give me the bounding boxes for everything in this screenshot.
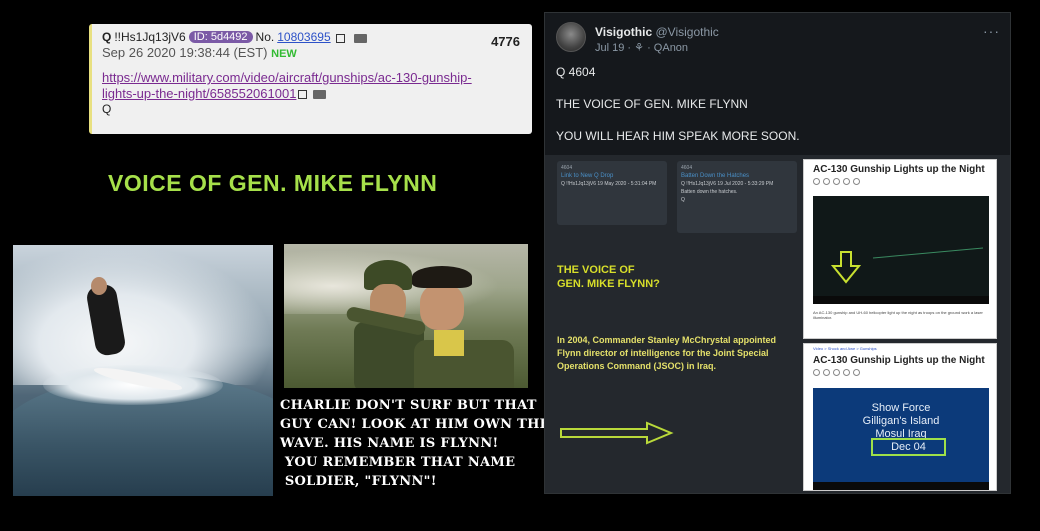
show-force-text: Show Force <box>871 402 931 414</box>
q-author: Q <box>102 30 112 44</box>
mini-q-card: 4604 Link to New Q Drop Q !!Hs1Jq13jV6 1… <box>557 161 667 225</box>
avatar[interactable] <box>556 22 586 52</box>
handle[interactable]: @Visigothic <box>655 25 718 39</box>
post-url-line1[interactable]: https://www.military.com/video/aircraft/… <box>102 70 522 86</box>
wave-spray <box>13 245 273 385</box>
tweet-text-line: YOU WILL HEAR HIM SPEAK MORE SOON. <box>556 129 800 143</box>
tweet-text-line: THE VOICE OF GEN. MIKE FLYNN <box>556 97 748 111</box>
post-count: 4776 <box>491 34 520 49</box>
more-options-icon[interactable]: ··· <box>983 23 1000 39</box>
officer-face <box>420 284 464 330</box>
post-signature: Q <box>102 102 112 116</box>
tweet-author[interactable]: Visigothic @Visigothic <box>595 25 719 39</box>
voice-question: THE VOICE OF GEN. MIKE FLYNN? <box>557 264 660 290</box>
caption-line: CHARLIE DON'T SURF BUT THAT <box>280 398 537 413</box>
down-arrow-icon <box>830 247 984 284</box>
surfer-head <box>91 277 107 295</box>
show-force-text: Gilligan's Island <box>862 415 940 427</box>
article-desc: An AC-130 gunship and UH-60 helicopter l… <box>813 310 983 320</box>
q-post-card: Q !!Hs1Jq13jV6 ID: 5d4492 No. 10803695 47… <box>89 24 532 134</box>
tweet-text-line: Q 4604 <box>556 65 596 79</box>
meme-caption: CHARLIE DON'T SURF BUT THAT GUY CAN! LOO… <box>280 396 550 491</box>
video-player[interactable] <box>813 196 989 304</box>
external-link-icon[interactable] <box>335 33 345 43</box>
mini-q-card: 4604 Batten Down the Hatches Q !!Hs1Jq13… <box>677 161 797 233</box>
video-controls[interactable] <box>813 482 989 490</box>
folder-icon[interactable] <box>313 90 327 99</box>
tweet-image[interactable]: 4604 Link to New Q Drop Q !!Hs1Jq13jV6 1… <box>545 155 1010 493</box>
post-url-line2[interactable]: lights-up-the-night/658552061001 <box>102 86 522 102</box>
tweet-meta: Jul 19 · ⚘ · QAnon <box>595 42 689 54</box>
headline: VOICE OF GEN. MIKE FLYNN <box>108 170 438 196</box>
tweet-date[interactable]: Jul 19 <box>595 42 624 54</box>
share-icons <box>804 175 996 185</box>
article-card[interactable]: AC-130 Gunship Lights up the Night An AC… <box>803 159 997 339</box>
date-highlight-box: Dec 04 <box>871 438 946 456</box>
officer-hat <box>412 266 472 288</box>
tweet-card: Visigothic @Visigothic Jul 19 · ⚘ · QAno… <box>544 12 1011 494</box>
movie-still-photo <box>284 244 528 388</box>
right-arrow-icon <box>560 421 674 445</box>
post-number-link[interactable]: 10803695 <box>277 30 330 44</box>
video-player[interactable]: Show Force Gilligan's Island Mosul Iraq … <box>813 388 989 490</box>
community-name[interactable]: QAnon <box>654 42 688 54</box>
id-badge[interactable]: ID: 5d4492 <box>188 31 253 43</box>
community-icon: ⚘ <box>634 42 645 54</box>
article-card[interactable]: Video > Shock and Awe > Gunships AC-130 … <box>803 343 997 491</box>
video-controls[interactable] <box>813 296 989 304</box>
new-badge: NEW <box>271 48 297 60</box>
breadcrumb[interactable]: Video > Shock and Awe > Gunships <box>813 346 877 351</box>
q-tripcode: !!Hs1Jq13jV6 <box>114 30 186 44</box>
flynn-paragraph: In 2004, Commander Stanley McChrystal ap… <box>557 335 777 371</box>
surfer-photo <box>13 245 273 496</box>
caption-line: YOU REMEMBER THAT NAME <box>280 455 516 470</box>
officer-body <box>414 340 514 388</box>
q-post-header: Q !!Hs1Jq13jV6 ID: 5d4492 No. 10803695 <box>102 30 522 44</box>
caption-line: GUY CAN! LOOK AT HIM OWN THE <box>280 417 550 432</box>
folder-icon[interactable] <box>353 33 367 43</box>
officer-scarf <box>434 330 464 356</box>
post-date: Sep 26 2020 19:38:44 (EST) NEW <box>102 45 522 60</box>
article-title[interactable]: AC-130 Gunship Lights up the Night <box>804 160 996 175</box>
caption-line: SOLDIER, "FLYNN"! <box>280 474 437 489</box>
caption-line: WAVE. HIS NAME IS FLYNN! <box>280 436 499 451</box>
share-icons <box>804 366 996 376</box>
no-label: No. <box>255 30 275 44</box>
display-name[interactable]: Visigothic <box>595 25 652 39</box>
post-date-text: Sep 26 2020 19:38:44 (EST) <box>102 45 268 60</box>
external-link-icon[interactable] <box>298 90 308 99</box>
post-url-link[interactable]: https://www.military.com/video/aircraft/… <box>102 70 522 102</box>
